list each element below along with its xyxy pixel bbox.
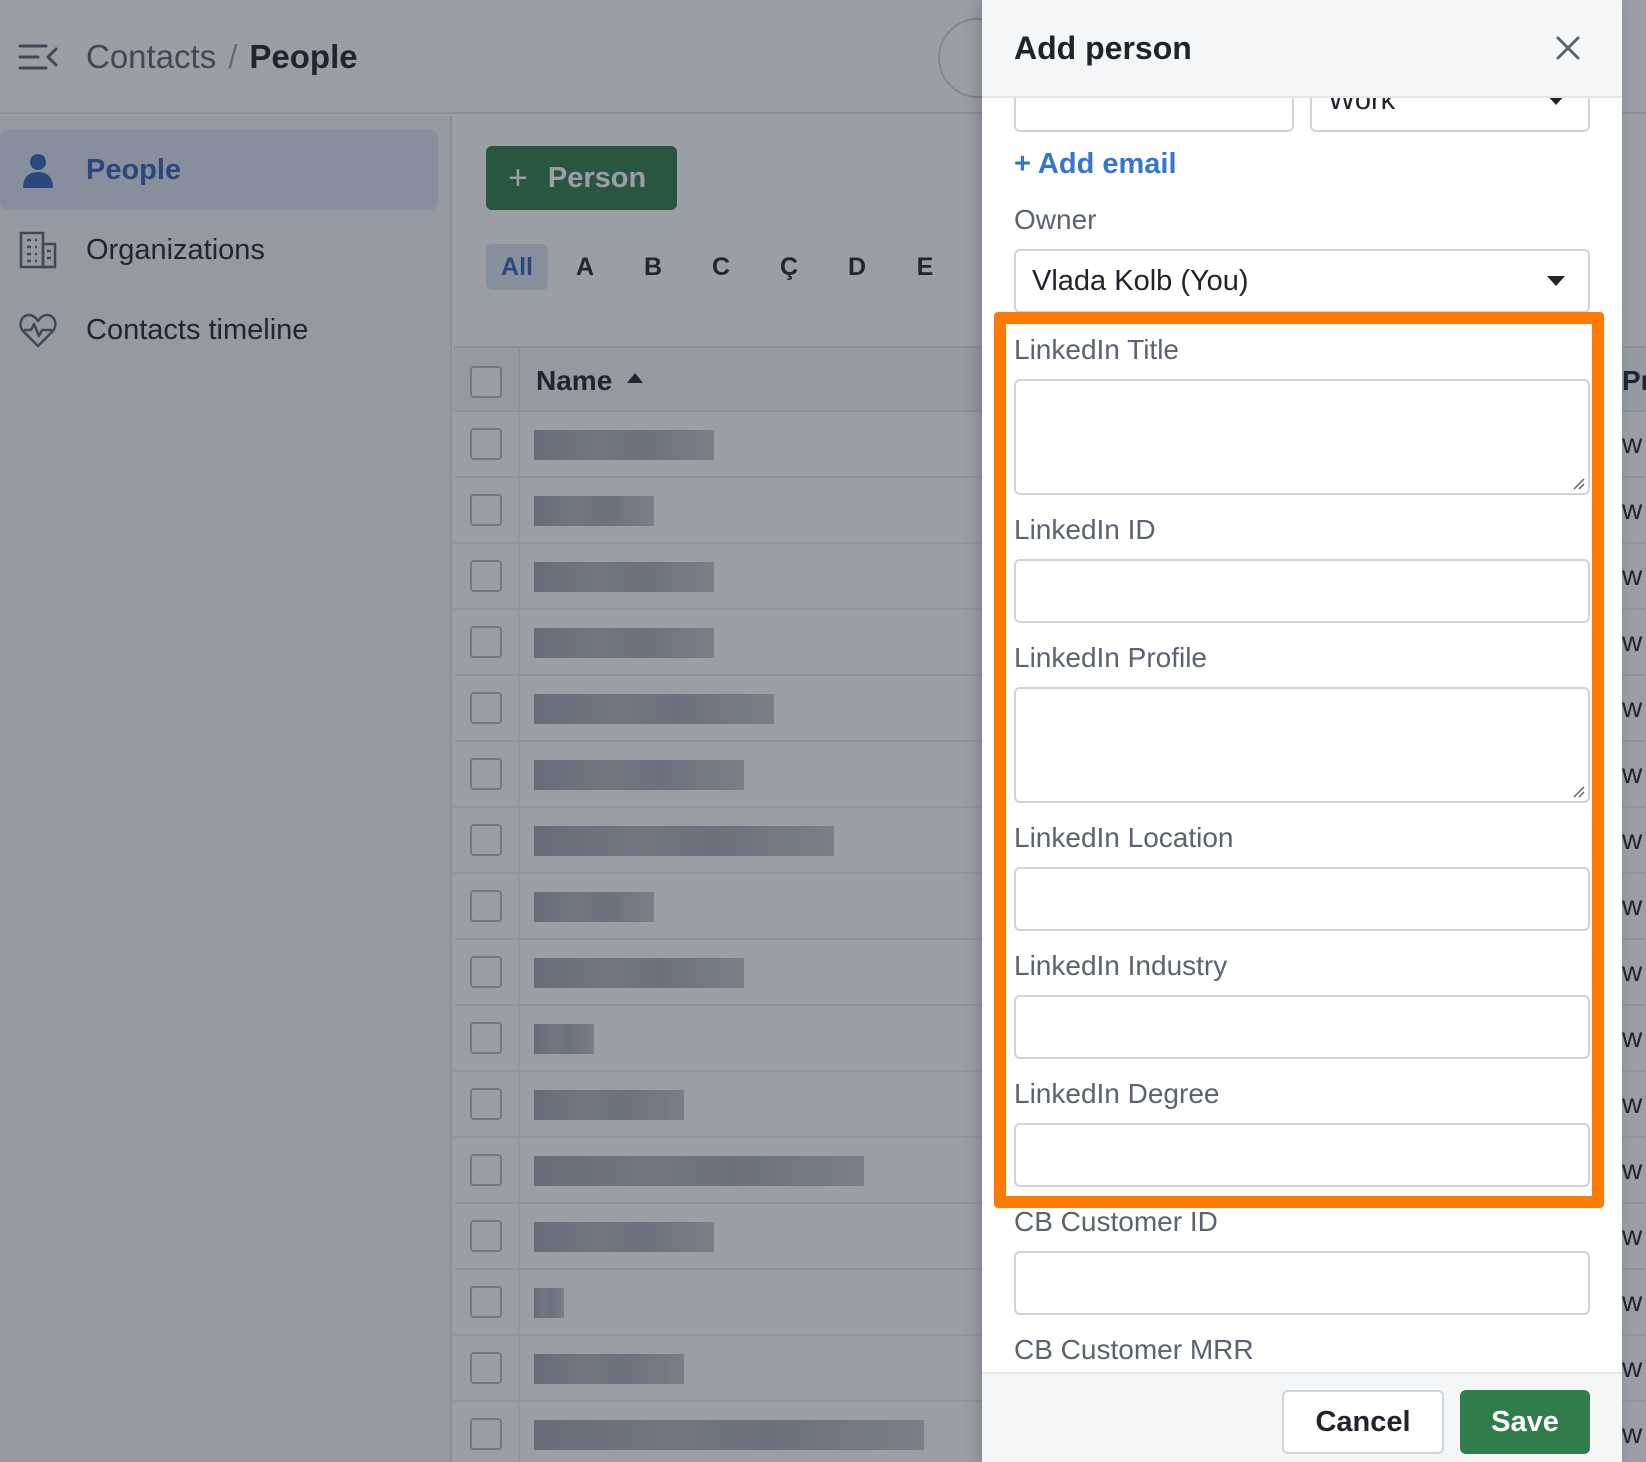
resize-handle-icon[interactable]: [1571, 784, 1585, 798]
linkedin-profile-textarea[interactable]: [1014, 687, 1590, 803]
close-icon[interactable]: [1550, 30, 1586, 66]
panel-form: Work + Add email Owner Vlada Kolb (You) …: [982, 98, 1622, 1372]
email-input[interactable]: [1014, 98, 1294, 132]
owner-label: Owner: [1014, 204, 1097, 235]
cb-customer-id-label: CB Customer ID: [1014, 1206, 1218, 1237]
add-email-link[interactable]: + Add email: [1014, 148, 1177, 181]
cb-customer-mrr-label: CB Customer MRR: [1014, 1334, 1254, 1365]
panel-title: Add person: [1014, 30, 1192, 66]
email-type-select[interactable]: Work: [1310, 98, 1590, 132]
panel-header: Add person: [982, 0, 1622, 98]
panel-footer: Cancel Save: [982, 1372, 1622, 1462]
linkedin-id-label: LinkedIn ID: [1014, 514, 1156, 545]
add-person-panel: Add person Work + Add email Owner Vlada …: [982, 0, 1622, 1462]
linkedin-location-label: LinkedIn Location: [1014, 822, 1234, 853]
linkedin-id-input[interactable]: [1014, 559, 1590, 623]
cancel-button[interactable]: Cancel: [1282, 1390, 1444, 1454]
resize-handle-icon[interactable]: [1571, 476, 1585, 490]
linkedin-industry-input[interactable]: [1014, 995, 1590, 1059]
save-button[interactable]: Save: [1460, 1390, 1590, 1454]
linkedin-industry-label: LinkedIn Industry: [1014, 950, 1228, 981]
chevron-down-icon: [1547, 276, 1565, 286]
chevron-down-icon: [1549, 98, 1563, 105]
email-type-value: Work: [1328, 98, 1396, 116]
linkedin-title-textarea[interactable]: [1014, 379, 1590, 495]
linkedin-degree-label: LinkedIn Degree: [1014, 1078, 1220, 1109]
linkedin-profile-label: LinkedIn Profile: [1014, 642, 1208, 673]
owner-value: Vlada Kolb (You): [1032, 265, 1249, 297]
linkedin-title-label: LinkedIn Title: [1014, 334, 1179, 365]
cb-customer-id-input[interactable]: [1014, 1251, 1590, 1315]
linkedin-location-input[interactable]: [1014, 867, 1590, 931]
owner-select[interactable]: Vlada Kolb (You): [1014, 249, 1590, 313]
linkedin-degree-input[interactable]: [1014, 1123, 1590, 1187]
